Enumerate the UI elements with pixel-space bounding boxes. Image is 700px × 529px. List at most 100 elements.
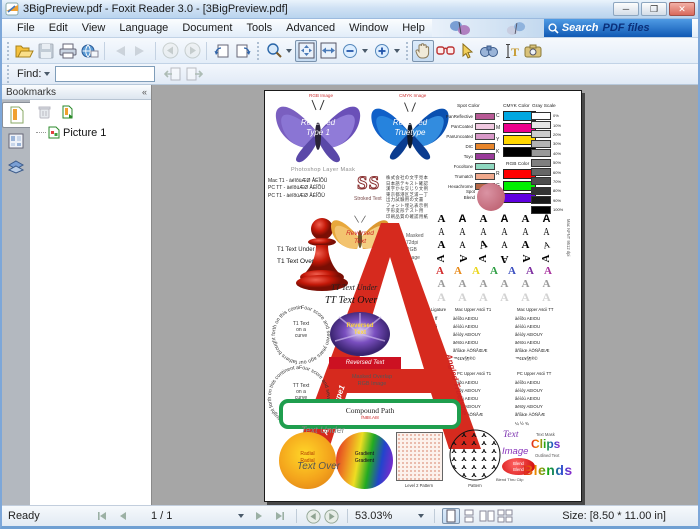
document-area[interactable]: RGB Image CMYK Image ReversedType 1 <box>152 85 698 505</box>
separator <box>296 509 297 523</box>
findbar-gripper[interactable] <box>6 65 11 83</box>
gray-step-row: 70% <box>531 177 563 186</box>
toolbar-gripper[interactable] <box>405 42 410 60</box>
spot-blend-label: SpotBlend <box>455 189 475 200</box>
previous-page-button[interactable] <box>114 508 132 524</box>
page-number-box[interactable]: 1 / 1 <box>135 510 247 522</box>
tab-pages[interactable] <box>2 128 30 154</box>
menu-tools[interactable]: Tools <box>239 20 279 36</box>
text-word: Text <box>503 430 518 440</box>
a-glyph: A <box>494 213 515 226</box>
text-over-bottom: Text Over <box>297 461 340 472</box>
menu-edit[interactable]: Edit <box>42 20 75 36</box>
zoom-tool-dropdown[interactable] <box>286 49 292 53</box>
collapse-pane-button[interactable]: « <box>142 87 147 97</box>
back-button[interactable] <box>108 40 130 62</box>
tab-layers[interactable] <box>2 154 30 180</box>
expand-bookmark-icon[interactable] <box>61 105 74 119</box>
gray-swatch <box>531 187 551 195</box>
a-grid-side-note: Mac NFNT 9512 dpi <box>566 219 571 256</box>
gray-step-row: 40% <box>531 149 563 158</box>
app-icon <box>5 2 19 16</box>
masked-overlap-label: Masked OverlapRGB Image <box>337 374 407 388</box>
find-dropdown[interactable] <box>44 72 50 76</box>
gray-step-row: 90% <box>531 196 563 205</box>
fit-page-button[interactable] <box>295 40 317 62</box>
marquee-zoom-button[interactable] <box>434 40 456 62</box>
open-button[interactable] <box>13 40 35 62</box>
gray-step-label: 60% <box>551 170 561 175</box>
continuous-layout-button[interactable] <box>460 508 478 524</box>
continuous-facing-layout-button[interactable] <box>496 508 514 524</box>
page-number: 1 / 1 <box>151 510 172 522</box>
menu-advanced[interactable]: Advanced <box>279 20 342 36</box>
rotate-right-button[interactable] <box>232 40 254 62</box>
bookmark-label: Picture 1 <box>63 127 106 139</box>
fit-width-button[interactable] <box>317 40 339 62</box>
menu-window[interactable]: Window <box>342 20 395 36</box>
text-select-button[interactable]: T <box>500 40 522 62</box>
gray-step-label: 40% <box>551 151 561 156</box>
spot-color-row: DIC <box>421 141 495 151</box>
facing-layout-button[interactable] <box>478 508 496 524</box>
email-button[interactable] <box>79 40 101 62</box>
select-tool-button[interactable] <box>456 40 478 62</box>
single-page-layout-button[interactable] <box>442 508 460 524</box>
find-previous-button[interactable] <box>161 63 183 85</box>
close-button[interactable]: ✕ <box>669 2 695 16</box>
zoom-in-dropdown[interactable] <box>394 49 400 53</box>
snapshot-button[interactable] <box>522 40 544 62</box>
menu-view[interactable]: View <box>75 20 113 36</box>
hand-tool-button[interactable] <box>412 40 434 62</box>
menu-language[interactable]: Language <box>112 20 175 36</box>
menu-file[interactable]: File <box>10 20 42 36</box>
forward-button[interactable] <box>130 40 152 62</box>
delete-bookmark-icon[interactable] <box>38 105 51 119</box>
bookmarks-header: Bookmarks « <box>2 85 151 100</box>
find-next-button[interactable] <box>183 63 205 85</box>
last-page-button[interactable] <box>271 508 289 524</box>
toolbar-gripper[interactable] <box>256 42 261 60</box>
rotate-left-button[interactable] <box>210 40 232 62</box>
zoom-tool-button[interactable] <box>263 40 285 62</box>
navigation-pane: Bookmarks « <box>2 85 152 505</box>
zoom-level-box[interactable]: 53.03% <box>355 510 427 522</box>
status-next-view-button[interactable] <box>322 508 340 524</box>
zoom-in-button[interactable] <box>371 40 393 62</box>
find-input[interactable] <box>55 66 155 82</box>
save-button[interactable] <box>35 40 57 62</box>
gray-step-row: 60% <box>531 167 563 176</box>
tab-bookmarks[interactable] <box>2 102 30 128</box>
mac-tt-header: Mac Upper Ascii TT <box>517 307 553 312</box>
zoom-out-dropdown[interactable] <box>362 49 368 53</box>
bookmark-item-picture1[interactable]: Picture 1 <box>30 122 151 139</box>
search-pdf-box[interactable]: Search PDF files <box>544 19 692 37</box>
gray-step-label: 0% <box>551 113 559 118</box>
color-bar-row: K <box>496 147 536 157</box>
spot-color-row: Focoltone <box>421 161 495 171</box>
spot-color-label: Focoltone <box>421 164 475 169</box>
next-page-button[interactable] <box>250 508 268 524</box>
status-previous-view-button[interactable] <box>304 508 322 524</box>
zoom-out-button[interactable] <box>339 40 361 62</box>
first-page-button[interactable] <box>93 508 111 524</box>
spot-color-swatch <box>475 133 495 140</box>
search-icon <box>548 23 559 34</box>
cmyk-color-header: CMYK Color <box>503 104 530 109</box>
toolbar-gripper[interactable] <box>6 42 11 60</box>
pdf-page[interactable]: RGB Image CMYK Image ReversedType 1 <box>264 90 582 502</box>
tree-connector <box>36 132 46 133</box>
gray-scale-header: Gray Scale <box>532 104 556 109</box>
pattern-label: Pattern <box>449 483 501 488</box>
previous-view-button[interactable] <box>159 40 181 62</box>
status-ready: Ready <box>8 510 93 522</box>
next-view-button[interactable] <box>181 40 203 62</box>
minimize-button[interactable]: ─ <box>613 2 639 16</box>
print-button[interactable] <box>57 40 79 62</box>
stroked-text-label: Stroked Text <box>354 196 382 202</box>
find-button[interactable] <box>478 40 500 62</box>
restore-button[interactable]: ❐ <box>641 2 667 16</box>
color-bar-letter: M <box>496 125 503 131</box>
menu-document[interactable]: Document <box>175 20 239 36</box>
menu-help[interactable]: Help <box>395 20 432 36</box>
